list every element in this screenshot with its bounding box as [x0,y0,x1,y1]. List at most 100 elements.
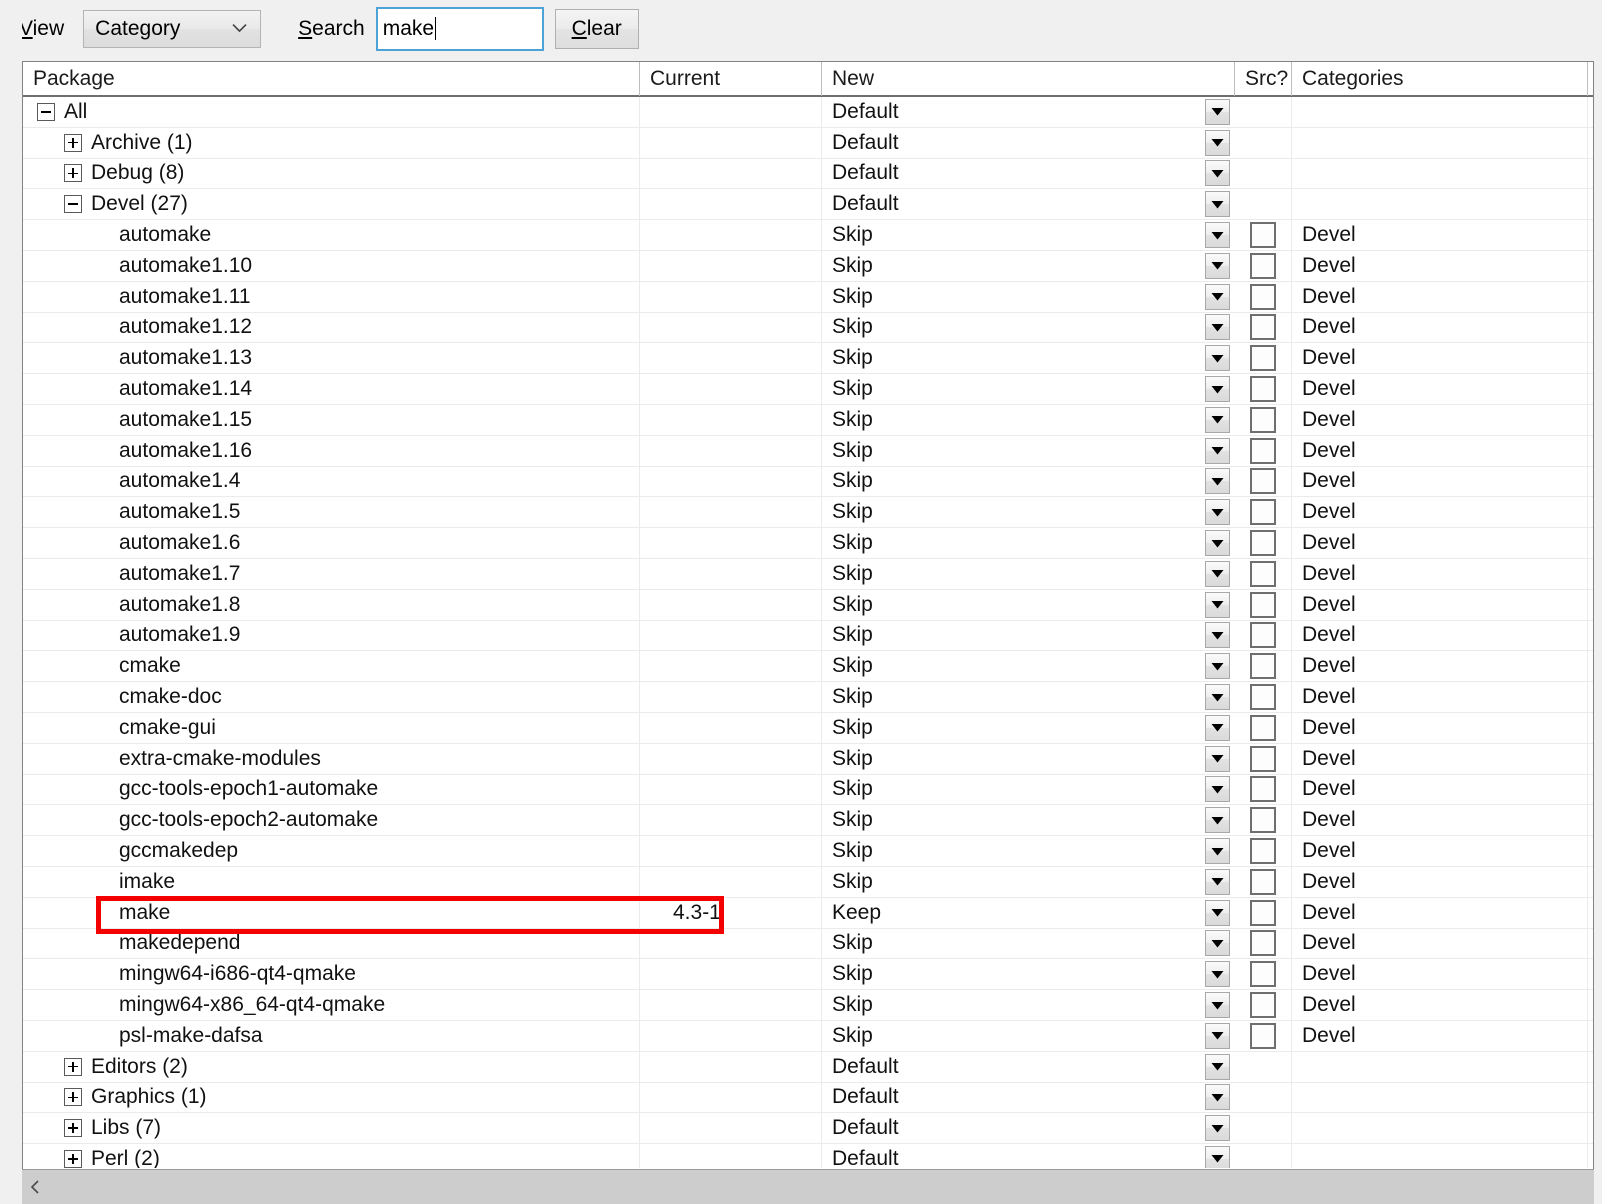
checkbox-unchecked-icon[interactable] [1250,1022,1276,1049]
cell-package[interactable]: automake1.14 [23,374,640,404]
cell-package[interactable]: gcc-tools-epoch2-automake [23,805,640,836]
cell-new[interactable]: Skip [822,621,1235,651]
checkbox-unchecked-icon[interactable] [1250,468,1276,495]
cell-src[interactable] [1235,158,1292,189]
cell-package[interactable]: gcc-tools-epoch1-automake [23,774,640,805]
cell-new[interactable]: Skip [822,528,1235,558]
table-row[interactable]: automake1.6 Skip Devel [23,528,1593,559]
checkbox-unchecked-icon[interactable] [1250,499,1276,526]
expand-icon[interactable] [64,1119,82,1138]
cell-src[interactable] [1235,312,1292,343]
checkbox-unchecked-icon[interactable] [1250,653,1276,680]
table-row[interactable]: automake1.7 Skip Devel [23,558,1593,590]
cell-src[interactable] [1235,897,1292,928]
table-row[interactable]: make 4.3-1 Keep Devel [23,897,1593,929]
checkbox-unchecked-icon[interactable] [1250,776,1276,803]
cell-src[interactable] [1235,1051,1292,1082]
collapse-icon[interactable] [64,195,82,214]
scrollbar-thumb[interactable] [48,1170,1528,1204]
caret-down-icon[interactable] [1205,591,1230,618]
expand-icon[interactable] [64,164,82,183]
checkbox-unchecked-icon[interactable] [1250,899,1276,926]
cell-new[interactable]: Default [822,1113,1235,1143]
checkbox-unchecked-icon[interactable] [1250,283,1276,310]
cell-src[interactable] [1235,127,1292,158]
column-header-package[interactable]: Package [23,62,640,96]
cell-package[interactable]: mingw64-x86_64-qt4-qmake [23,990,640,1020]
cell-package[interactable]: extra-cmake-modules [23,743,640,774]
caret-down-icon[interactable] [1205,684,1230,711]
checkbox-unchecked-icon[interactable] [1250,807,1276,834]
checkbox-unchecked-icon[interactable] [1250,745,1276,772]
table-row[interactable]: cmake-gui Skip Devel [23,712,1593,744]
table-row[interactable]: automake1.5 Skip Devel [23,497,1593,529]
checkbox-unchecked-icon[interactable] [1250,930,1276,957]
table-row[interactable]: Archive (1) Default [23,127,1593,159]
cell-new[interactable]: Skip [822,651,1235,681]
cell-package[interactable]: automake1.4 [23,466,640,497]
caret-down-icon[interactable] [1205,653,1230,680]
table-row[interactable]: mingw64-i686-qt4-qmake Skip Devel [23,959,1593,991]
cell-new[interactable]: Skip [822,251,1235,281]
cell-src[interactable] [1235,712,1292,743]
table-row[interactable]: Libs (7) Default [23,1113,1593,1145]
caret-down-icon[interactable] [1205,222,1230,249]
cell-src[interactable] [1235,281,1292,312]
cell-package[interactable]: mingw64-i686-qt4-qmake [23,959,640,990]
chevron-left-icon[interactable] [22,1171,48,1204]
cell-package[interactable]: cmake-gui [23,712,640,743]
checkbox-unchecked-icon[interactable] [1250,222,1276,249]
view-mode-select[interactable]: Category [83,9,262,48]
caret-down-icon[interactable] [1205,376,1230,403]
cell-package[interactable]: makedepend [23,928,640,959]
checkbox-unchecked-icon[interactable] [1250,622,1276,649]
cell-new[interactable]: Default [822,128,1235,158]
cell-package[interactable]: automake1.6 [23,528,640,558]
cell-package[interactable]: Editors (2) [23,1051,640,1082]
column-header-categories[interactable]: Categories [1292,62,1588,96]
table-row[interactable]: All Default [23,97,1593,128]
cell-src[interactable] [1235,466,1292,497]
cell-new[interactable]: Skip [822,805,1235,835]
clear-button[interactable]: Clear [554,8,639,49]
caret-down-icon[interactable] [1205,191,1230,218]
cell-new[interactable]: Skip [822,405,1235,435]
caret-down-icon[interactable] [1205,622,1230,649]
caret-down-icon[interactable] [1205,745,1230,772]
cell-src[interactable] [1235,805,1292,836]
cell-new[interactable]: Skip [822,374,1235,404]
checkbox-unchecked-icon[interactable] [1250,314,1276,341]
table-row[interactable]: automake1.4 Skip Devel [23,466,1593,498]
table-row[interactable]: makedepend Skip Devel [23,928,1593,960]
cell-src[interactable] [1235,497,1292,528]
table-row[interactable]: extra-cmake-modules Skip Devel [23,743,1593,775]
cell-package[interactable]: automake1.9 [23,620,640,651]
cell-new[interactable]: Skip [822,220,1235,250]
cell-new[interactable]: Skip [822,590,1235,620]
cell-new[interactable]: Skip [822,929,1235,959]
table-row[interactable]: automake1.14 Skip Devel [23,374,1593,405]
cell-src[interactable] [1235,250,1292,281]
caret-down-icon[interactable] [1205,437,1230,464]
caret-down-icon[interactable] [1205,992,1230,1018]
caret-down-icon[interactable] [1205,1145,1230,1168]
cell-package[interactable]: automake1.5 [23,497,640,528]
table-row[interactable]: imake Skip Devel [23,866,1593,898]
checkbox-unchecked-icon[interactable] [1250,560,1276,587]
caret-down-icon[interactable] [1205,129,1230,156]
table-row[interactable]: Editors (2) Default [23,1051,1593,1083]
cell-new[interactable]: Skip [822,682,1235,712]
cell-package[interactable]: psl-make-dafsa [23,1020,640,1051]
cell-new[interactable]: Skip [822,559,1235,589]
cell-new[interactable]: Skip [822,1021,1235,1051]
cell-src[interactable] [1235,990,1292,1020]
cell-package[interactable]: Graphics (1) [23,1082,640,1113]
checkbox-unchecked-icon[interactable] [1250,406,1276,433]
cell-src[interactable] [1235,558,1292,589]
cell-src[interactable] [1235,528,1292,558]
cell-package[interactable]: automake1.15 [23,404,640,435]
cell-src[interactable] [1235,836,1292,866]
cell-src[interactable] [1235,866,1292,897]
expand-icon[interactable] [64,1057,82,1076]
cell-new[interactable]: Skip [822,775,1235,805]
